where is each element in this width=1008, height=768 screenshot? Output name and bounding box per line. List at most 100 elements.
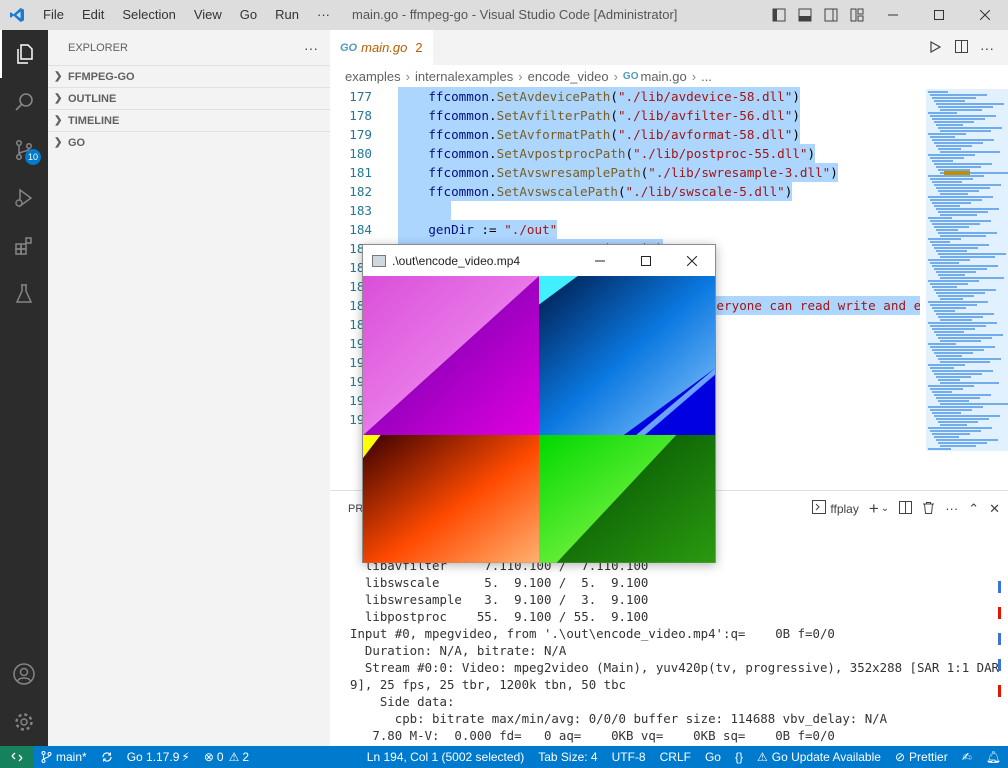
problems-status[interactable]: ⊗ 0 ⚠︎ 2 xyxy=(197,750,256,764)
toggle-secondary-sidebar-icon[interactable] xyxy=(818,0,844,30)
ffplay-window[interactable]: .\out\encode_video.mp4 xyxy=(362,244,716,563)
split-terminal-icon[interactable] xyxy=(899,500,913,517)
video-quadrant xyxy=(363,276,539,436)
code-line[interactable]: 178 ffcommon.SetAvfilterPath("./lib/avfi… xyxy=(330,106,920,125)
code-line[interactable]: 182 ffcommon.SetAvswscalePath("./lib/sws… xyxy=(330,182,920,201)
minimap-line xyxy=(928,91,948,93)
section-go[interactable]: ❯ GO xyxy=(48,131,330,153)
section-timeline[interactable]: ❯ TIMELINE xyxy=(48,109,330,131)
go-version-status[interactable]: Go 1.17.9 ⚡︎ xyxy=(120,750,197,764)
minimap[interactable] xyxy=(926,87,1008,490)
minimap-line xyxy=(932,118,985,120)
code-token: ffcommon xyxy=(428,146,490,161)
explorer-icon[interactable] xyxy=(0,30,48,78)
source-control-icon[interactable]: 10 xyxy=(0,126,48,174)
minimap-line xyxy=(934,100,965,102)
chevron-down-icon[interactable]: ⌄ xyxy=(881,503,889,514)
terminal-output[interactable]: libavfilter 7.110.100 / 7.110.100 libsws… xyxy=(350,557,1008,744)
section-ffmpeg-go[interactable]: ❯ FFMPEG-GO xyxy=(48,65,330,87)
toggle-sidebar-icon[interactable] xyxy=(766,0,792,30)
breadcrumb-item[interactable]: encode_video xyxy=(528,69,609,84)
search-icon[interactable] xyxy=(0,78,48,126)
menu-more[interactable]: ··· xyxy=(308,0,339,30)
code-token: "./lib/swresample-3.dll" xyxy=(648,165,831,180)
tab-size-status[interactable]: Tab Size: 4 xyxy=(531,750,604,764)
code-line[interactable]: 181 ffcommon.SetAvswresamplePath("./lib/… xyxy=(330,163,920,182)
eol-status[interactable]: CRLF xyxy=(653,750,698,764)
breadcrumb-item[interactable]: internalexamples xyxy=(415,69,513,84)
panel-more-button[interactable]: ··· xyxy=(945,501,958,516)
code-line[interactable]: 177 ffcommon.SetAvdevicePath("./lib/avde… xyxy=(330,87,920,106)
run-file-icon[interactable] xyxy=(922,40,948,56)
language-braces-icon[interactable]: {} xyxy=(728,750,750,764)
go-update-status[interactable]: ⚠︎ Go Update Available xyxy=(750,750,888,764)
cursor-position-status[interactable]: Ln 194, Col 1 (5002 selected) xyxy=(360,750,531,764)
notifications-bell-icon[interactable]: 🔔︎ xyxy=(979,750,1008,764)
toggle-panel-icon[interactable] xyxy=(792,0,818,30)
chevron-right-icon: ❯ xyxy=(54,137,63,148)
new-terminal-button[interactable]: + xyxy=(869,499,879,519)
editor-more-button[interactable]: ··· xyxy=(974,40,1000,56)
menu-go[interactable]: Go xyxy=(231,0,266,30)
ffplay-minimize-button[interactable] xyxy=(577,245,623,276)
prettier-status[interactable]: ⊘ Prettier xyxy=(888,750,955,764)
menu-view[interactable]: View xyxy=(185,0,231,30)
manage-gear-icon[interactable] xyxy=(0,698,48,746)
minimap-line xyxy=(930,178,973,180)
editor-tabs: GO main.go 2 ··· xyxy=(330,30,1008,65)
breadcrumb-item[interactable]: ... xyxy=(701,69,712,84)
code-text: ffcommon.SetAvformatPath("./lib/avformat… xyxy=(398,125,800,144)
maximize-button[interactable] xyxy=(916,0,962,30)
close-panel-icon[interactable]: ✕ xyxy=(989,501,1000,517)
minimize-button[interactable] xyxy=(870,0,916,30)
split-editor-icon[interactable] xyxy=(948,39,974,56)
minimap-line xyxy=(930,94,987,96)
ffplay-titlebar[interactable]: .\out\encode_video.mp4 xyxy=(363,245,715,276)
menu-file[interactable]: File xyxy=(34,0,73,30)
code-token: ( xyxy=(610,108,618,123)
encoding-status[interactable]: UTF-8 xyxy=(605,750,653,764)
feedback-icon[interactable]: ✍︎ xyxy=(955,750,979,764)
code-line[interactable]: 180 ffcommon.SetAvpostprocPath("./lib/po… xyxy=(330,144,920,163)
menu-run[interactable]: Run xyxy=(266,0,308,30)
accounts-icon[interactable] xyxy=(0,650,48,698)
section-outline[interactable]: ❯ OUTLINE xyxy=(48,87,330,109)
sidebar-more-button[interactable]: ··· xyxy=(304,40,318,56)
code-token: ) xyxy=(784,184,793,199)
maximize-panel-icon[interactable]: ⌃ xyxy=(968,501,979,517)
remote-icon[interactable] xyxy=(0,746,34,768)
ffplay-close-button[interactable] xyxy=(669,245,715,276)
breadcrumb-item[interactable]: examples xyxy=(345,69,401,84)
run-debug-icon[interactable] xyxy=(0,174,48,222)
code-text: genDir := "./out" xyxy=(398,220,558,239)
ffplay-maximize-button[interactable] xyxy=(623,245,669,276)
code-line[interactable]: 183 xyxy=(330,201,920,220)
code-line[interactable]: 179 ffcommon.SetAvformatPath("./lib/avfo… xyxy=(330,125,920,144)
extensions-icon[interactable] xyxy=(0,222,48,270)
menu-selection[interactable]: Selection xyxy=(113,0,184,30)
activity-bar: 10 xyxy=(0,30,48,746)
branch-status[interactable]: main* xyxy=(34,750,94,764)
minimap-line xyxy=(940,298,963,300)
language-status[interactable]: Go xyxy=(698,750,728,764)
sync-icon[interactable] xyxy=(94,751,120,763)
git-branch-icon xyxy=(41,751,52,763)
code-token: genDir xyxy=(428,222,474,237)
minimap-line xyxy=(938,127,1002,129)
terminal-selector[interactable]: ffplay xyxy=(830,502,858,516)
minimap-line xyxy=(928,259,970,261)
tab-main-go[interactable]: GO main.go 2 xyxy=(330,30,434,65)
close-button[interactable] xyxy=(962,0,1008,30)
video-quadrant xyxy=(539,435,715,563)
code-line[interactable]: 184 genDir := "./out" xyxy=(330,220,920,239)
customize-layout-icon[interactable] xyxy=(844,0,870,30)
go-file-icon: GO xyxy=(622,70,639,82)
menu-edit[interactable]: Edit xyxy=(73,0,113,30)
breadcrumb: examples › internalexamples › encode_video… xyxy=(330,65,1008,87)
minimap-line xyxy=(938,232,997,234)
testing-flask-icon[interactable] xyxy=(0,270,48,318)
breadcrumb-item[interactable]: main.go xyxy=(640,69,686,84)
trash-icon[interactable] xyxy=(922,501,935,517)
terminal-line: Stream #0:0: Video: mpeg2video (Main), y… xyxy=(350,660,1008,675)
terminal-line: Duration: N/A, bitrate: N/A xyxy=(350,643,567,658)
